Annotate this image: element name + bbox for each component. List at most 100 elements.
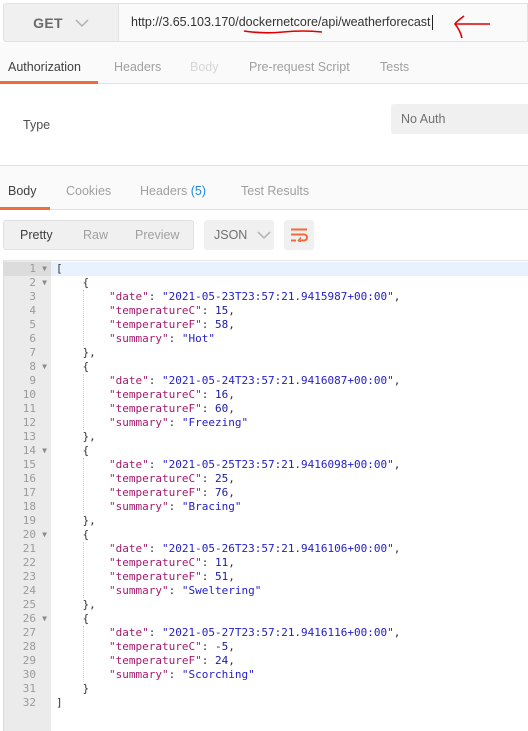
tab-response-headers[interactable]: Headers (5) [140,166,206,210]
json-number: 58 [214,318,229,331]
code-line: "temperatureF": 58, [51,318,528,332]
indent-guide [83,542,85,598]
format-dropdown[interactable]: JSON [204,220,274,250]
json-key: "temperatureF" [108,654,202,667]
code-line: { [51,444,528,458]
code-line: "summary": "Freezing" [51,416,528,430]
fold-arrow-icon[interactable]: ▼ [42,612,47,626]
line-number: 2 ▼ [29,276,47,290]
code-line: "temperatureF": 76, [51,486,528,500]
tab-tests[interactable]: Tests [380,42,409,84]
tab-cookies[interactable]: Cookies [66,166,111,210]
json-punctuation: , [228,556,235,569]
wrap-lines-button[interactable] [284,220,314,250]
tab-headers[interactable]: Headers [114,42,161,84]
json-punctuation: }, [56,346,96,359]
json-punctuation: : [201,556,215,569]
response-headers-label: Headers [140,184,188,198]
tab-authorization[interactable]: Authorization [8,42,81,84]
json-key: "temperatureC" [108,388,202,401]
json-punctuation: : [201,570,215,583]
json-punctuation: }, [56,598,96,611]
tab-test-results[interactable]: Test Results [241,166,309,210]
line-number: 19 [22,514,36,527]
code-line: "date": "2021-05-23T23:57:21.9415987+00:… [51,290,528,304]
code-line: "summary": "Hot" [51,332,528,346]
json-string: "2021-05-24T23:57:21.9416087+00:00" [161,374,394,387]
tab-pre-request-script[interactable]: Pre-request Script [249,42,350,84]
fold-arrow-icon[interactable]: ▼ [42,444,47,458]
tab-body[interactable]: Body [190,42,219,84]
json-number: 16 [214,388,229,401]
json-string: "2021-05-27T23:57:21.9416116+00:00" [161,626,394,639]
code-line: "summary": "Bracing" [51,500,528,514]
json-punctuation: , [228,304,235,317]
json-number: 60 [214,402,229,415]
json-key: "summary" [108,332,169,345]
json-key: "temperatureC" [108,304,202,317]
view-preview-button[interactable]: Preview [135,228,179,242]
method-dropdown[interactable]: GET [3,3,118,42]
json-string: "Bracing" [181,500,242,513]
json-key: "summary" [108,668,169,681]
json-punctuation: : [201,388,215,401]
line-number: 5 [29,318,36,331]
json-string: "2021-05-23T23:57:21.9415987+00:00" [161,290,394,303]
json-punctuation: : [148,626,162,639]
code-line: "summary": "Scorching" [51,668,528,682]
line-number: 13 [22,430,36,443]
line-number: 27 [22,626,36,639]
json-number: 11 [214,556,229,569]
json-punctuation: , [228,472,235,485]
json-punctuation: : [168,500,182,513]
json-punctuation: : [148,542,162,555]
json-punctuation: } [56,682,90,695]
json-string: "2021-05-25T23:57:21.9416098+00:00" [161,458,394,471]
request-url-bar: GET http://3.65.103.170/dockernetcore/ap… [3,3,528,42]
json-punctuation: }, [56,514,96,527]
line-number: 20 ▼ [22,528,47,542]
json-punctuation: : [201,654,215,667]
json-punctuation: : [201,640,215,653]
view-pretty-button[interactable]: Pretty [20,228,53,242]
code-line: "date": "2021-05-27T23:57:21.9416116+00:… [51,626,528,640]
line-number: 25 [22,598,36,611]
json-punctuation: ] [56,696,63,709]
line-number: 28 [22,640,36,653]
json-punctuation: , [393,626,401,639]
code-line: ] [51,696,528,710]
chevron-down-icon [257,231,271,240]
line-number: 8 ▼ [29,360,47,374]
code-line: { [51,360,528,374]
view-mode-segmented-control: Pretty Raw Preview [3,220,194,250]
code-line: }, [51,430,528,444]
code-area[interactable]: [ { "date": "2021-05-23T23:57:21.9415987… [51,261,528,731]
line-number: 11 [22,402,36,415]
tab-response-body[interactable]: Body [8,166,37,210]
json-punctuation: { [56,528,90,541]
json-key: "temperatureC" [108,640,202,653]
response-body-editor[interactable]: 1 ▼ 2 ▼ 3 4 5 6 7 8 ▼ 9 10 11 12 13 14 ▼ 15 16 17 18 19 20 ▼ 21 22… [3,260,528,731]
indent-guide [83,458,85,514]
fold-arrow-icon[interactable]: ▼ [42,528,47,542]
code-line: { [51,528,528,542]
view-raw-button[interactable]: Raw [83,228,108,242]
auth-type-select[interactable]: No Auth [391,104,528,134]
json-number: 51 [214,570,229,583]
line-number: 9 [29,374,36,387]
fold-arrow-icon[interactable]: ▼ [42,276,47,290]
code-line: "temperatureC": 16, [51,388,528,402]
json-punctuation: : [148,458,162,471]
fold-arrow-icon[interactable]: ▼ [42,262,47,276]
line-number: 14 ▼ [22,444,47,458]
json-punctuation: : [201,304,215,317]
annotation-arrow-icon [454,15,490,39]
json-punctuation: { [56,276,90,289]
line-number: 15 [22,458,36,471]
json-punctuation: , [393,458,401,471]
json-punctuation: }, [56,430,96,443]
json-string: "Freezing" [181,416,249,429]
fold-arrow-icon[interactable]: ▼ [42,360,47,374]
json-punctuation: , [228,402,235,415]
code-line: "temperatureC": 11, [51,556,528,570]
